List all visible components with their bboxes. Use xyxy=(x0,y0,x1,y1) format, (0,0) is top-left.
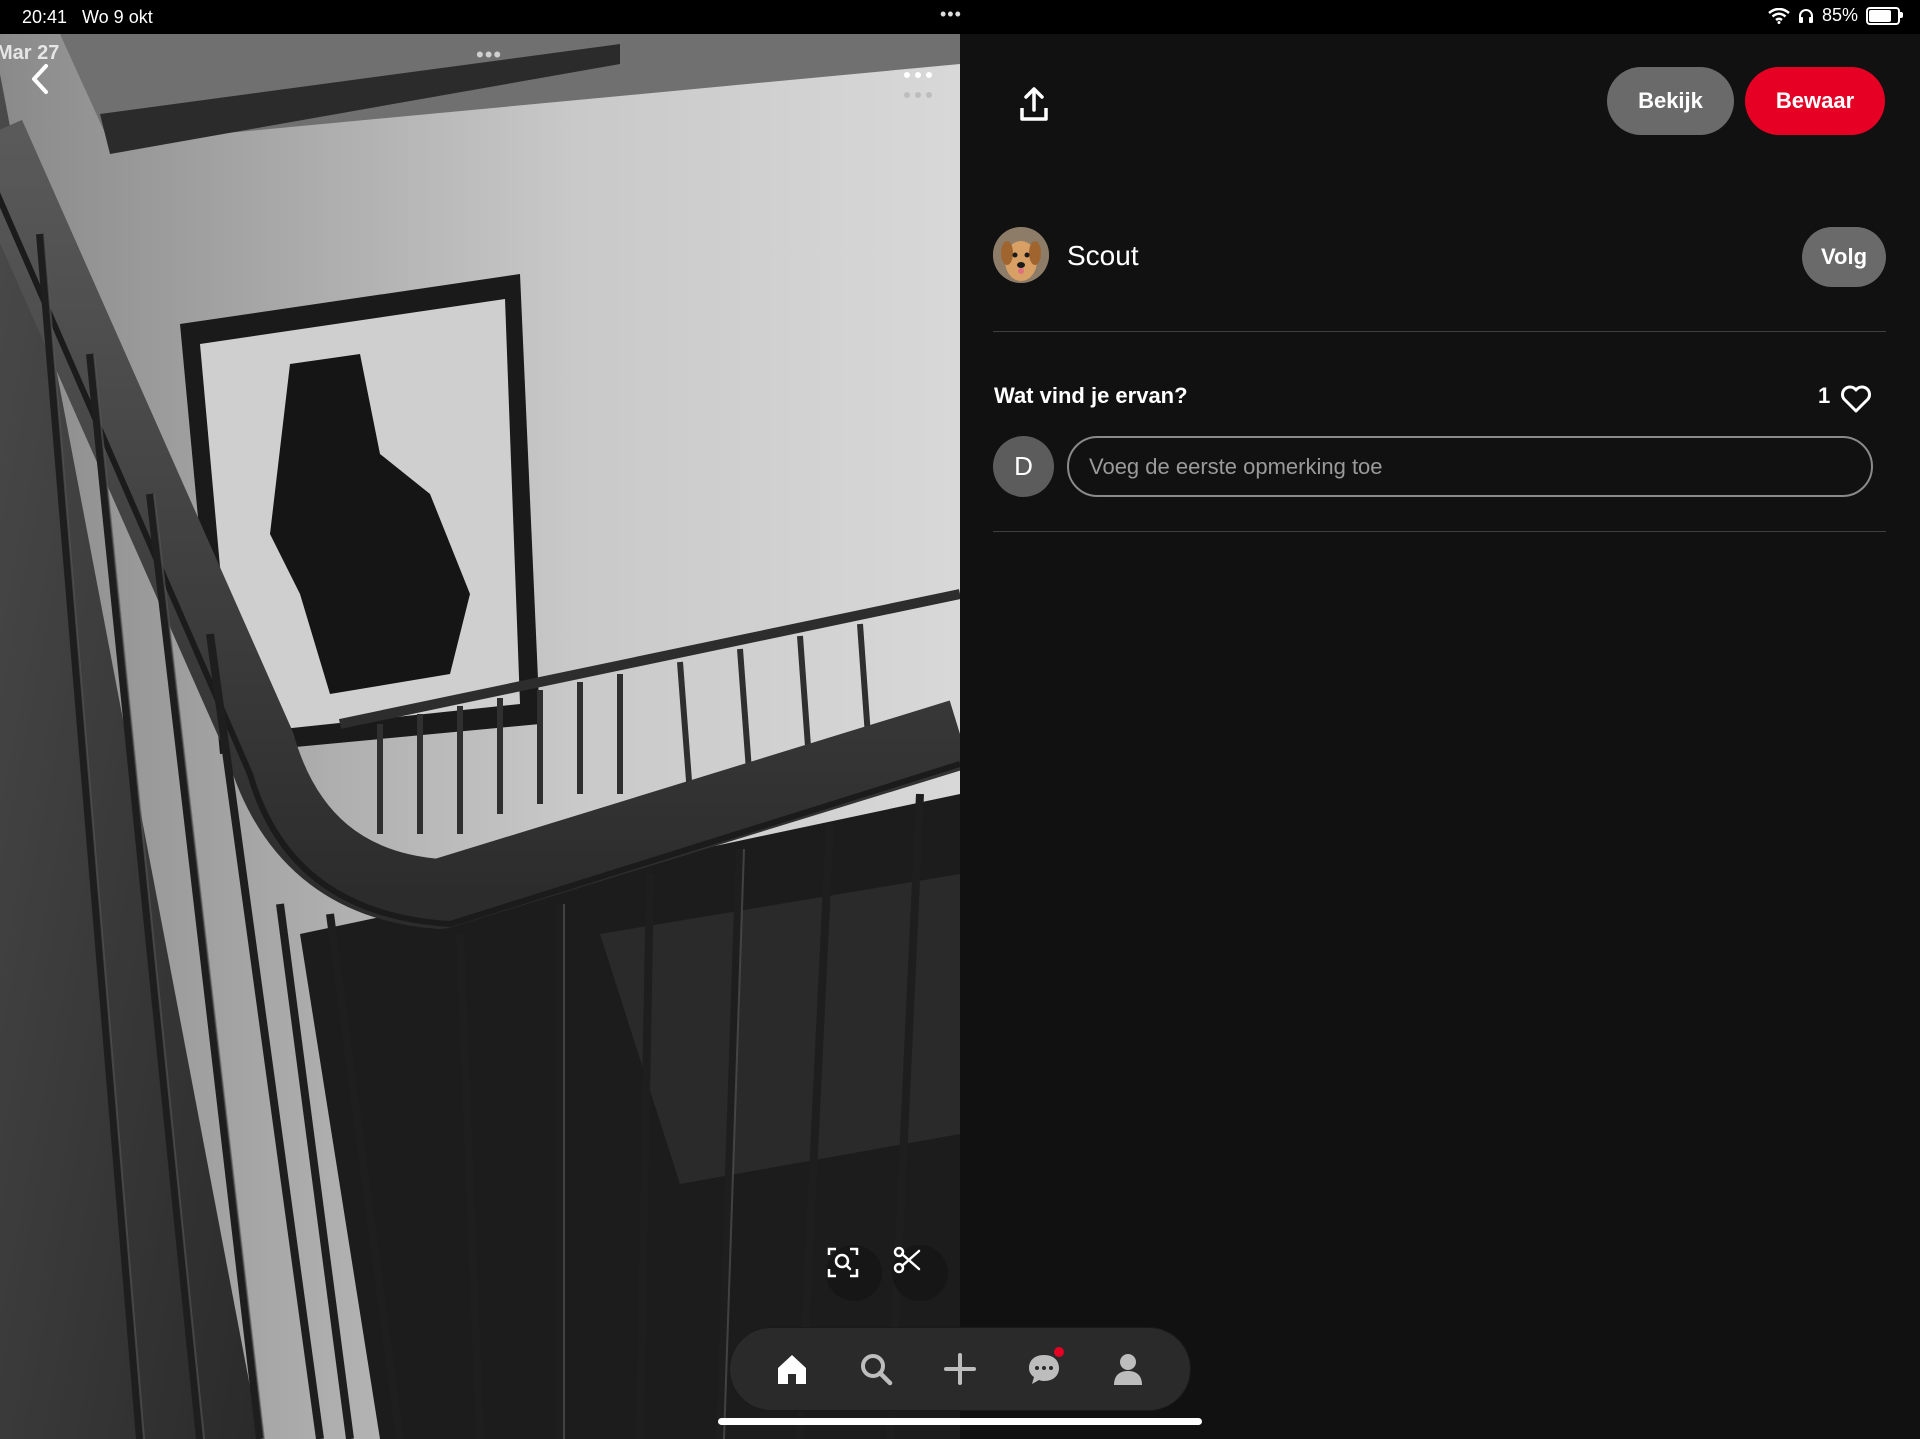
status-date: Wo 9 okt xyxy=(82,7,153,27)
notification-dot xyxy=(1054,1347,1064,1357)
lens-search-icon xyxy=(827,1247,859,1278)
divider xyxy=(993,531,1886,532)
battery-percent: 85% xyxy=(1821,5,1858,25)
cutout-button[interactable] xyxy=(892,1245,948,1301)
plus-icon xyxy=(944,1353,976,1385)
home-indicator[interactable] xyxy=(718,1418,1202,1425)
comments-heading: Wat vind je ervan? xyxy=(994,383,1188,408)
creator-avatar[interactable] xyxy=(993,227,1049,283)
tab-search[interactable] xyxy=(846,1339,906,1399)
tab-profile[interactable] xyxy=(1098,1339,1158,1399)
tab-home[interactable] xyxy=(762,1339,822,1399)
dog-avatar-image xyxy=(993,227,1049,283)
status-right: 85% xyxy=(1768,5,1903,26)
more-icon xyxy=(898,72,938,78)
bottom-tab-bar xyxy=(730,1328,1190,1410)
like-count: 1 xyxy=(1818,383,1831,408)
user-avatar[interactable]: D xyxy=(993,436,1054,497)
creator-name[interactable]: Scout xyxy=(1067,240,1139,272)
pin-details-panel: Bekijk Bewaar Scout Volg Wat vind je erv… xyxy=(960,34,1920,1439)
photo-top-dots: ••• xyxy=(476,42,503,67)
like-button[interactable] xyxy=(1840,384,1872,414)
visual-search-button[interactable] xyxy=(826,1245,882,1301)
more-icon-secondary xyxy=(898,92,938,98)
home-icon xyxy=(778,1355,806,1384)
scissors-icon xyxy=(893,1246,921,1274)
back-button[interactable] xyxy=(26,62,56,96)
search-icon xyxy=(861,1354,893,1386)
heart-icon xyxy=(1841,385,1871,413)
staircase-photo xyxy=(0,34,960,1439)
status-time: 20:41 xyxy=(22,7,68,27)
share-icon xyxy=(1020,87,1048,121)
chevron-left-icon xyxy=(32,64,48,94)
share-button[interactable] xyxy=(1012,84,1056,128)
wifi-icon xyxy=(1768,7,1790,24)
battery-icon xyxy=(1866,6,1903,25)
comment-input[interactable] xyxy=(1067,436,1873,497)
status-bar: 20:41 Wo 9 okt ••• 85% xyxy=(0,0,1920,34)
more-options-button[interactable] xyxy=(898,68,938,108)
tab-create[interactable] xyxy=(930,1339,990,1399)
save-button[interactable]: Bewaar xyxy=(1745,67,1885,135)
divider xyxy=(993,331,1886,332)
follow-button[interactable]: Volg xyxy=(1802,227,1886,287)
multitasking-dots[interactable]: ••• xyxy=(940,4,962,25)
profile-icon xyxy=(1114,1354,1142,1385)
bekijk-button[interactable]: Bekijk xyxy=(1607,67,1734,135)
pin-image[interactable]: Mar 27 ••• xyxy=(0,34,960,1439)
tab-messages[interactable] xyxy=(1014,1339,1074,1399)
headphones-icon xyxy=(1798,8,1813,23)
